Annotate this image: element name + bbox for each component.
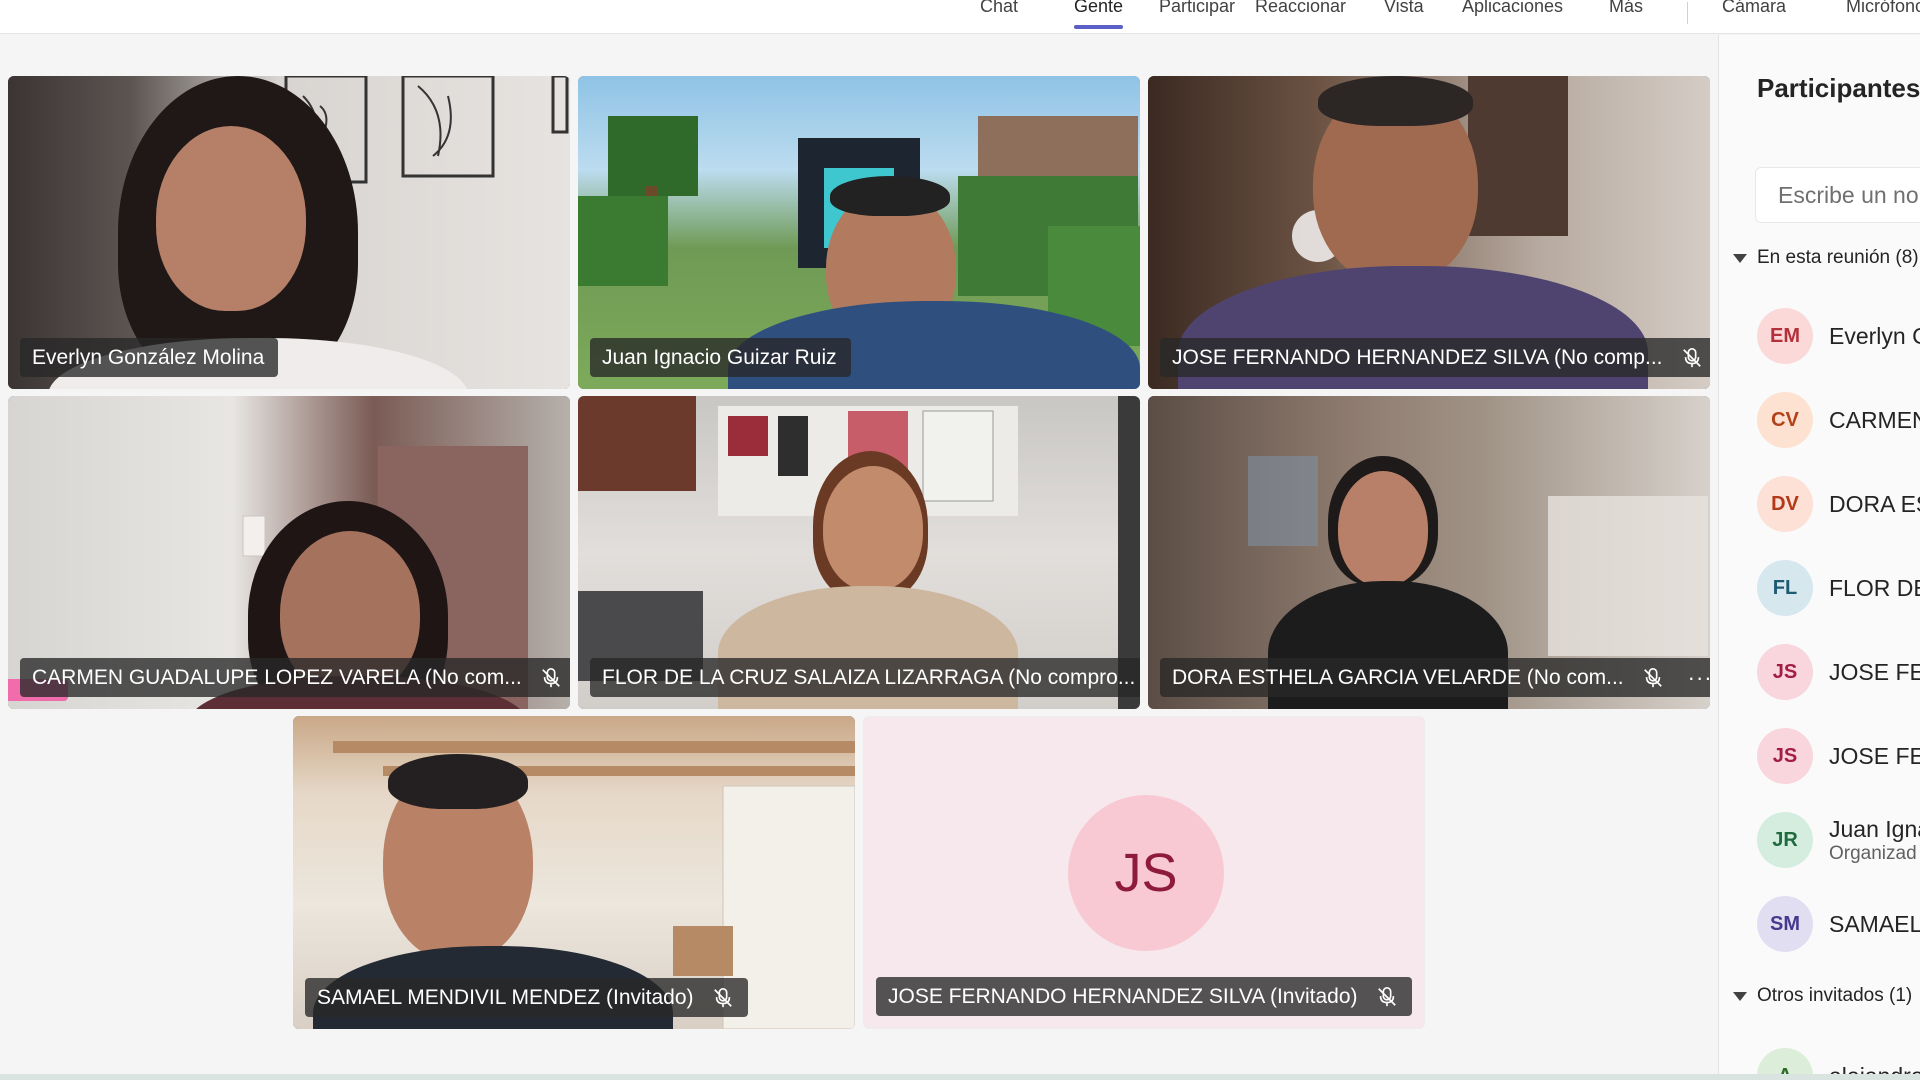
- participant-list-item[interactable]: JS JOSE FER: [1757, 727, 1920, 785]
- mic-off-icon: [1643, 667, 1662, 687]
- video-tile[interactable]: Juan Ignacio Guizar Ruiz: [578, 76, 1140, 389]
- participant-face: [156, 126, 306, 311]
- video-tile[interactable]: SAMAEL MENDIVIL MENDEZ (Invitado): [293, 716, 855, 1029]
- section-label: Otros invitados (1): [1757, 985, 1913, 1006]
- participants-panel: Participantes Escribe un nombre En esta …: [1718, 35, 1920, 1075]
- avatar: JS: [1757, 644, 1813, 700]
- section-other-invitees[interactable]: Otros invitados (1): [1733, 985, 1912, 1007]
- apps-button[interactable]: Aplicaciones: [1462, 0, 1563, 32]
- participant-name: JOSE FERNANDO HERNANDEZ SILVA (No comp..…: [1172, 345, 1663, 369]
- participant-name: DORA ES: [1829, 490, 1920, 517]
- camera-button[interactable]: Cámara: [1722, 0, 1786, 32]
- participant-name: Juan Igna: [1829, 815, 1920, 842]
- chevron-down-icon: [1733, 253, 1747, 263]
- participant-name: CARMEN GUADALUPE LOPEZ VARELA (No com...: [32, 665, 522, 689]
- video-tile[interactable]: Everlyn González Molina: [8, 76, 570, 389]
- participant-face: [1338, 471, 1428, 586]
- participant-nameplate: JOSE FERNANDO HERNANDEZ SILVA (Invitado): [876, 977, 1412, 1016]
- participant-nameplate: DORA ESTHELA GARCIA VELARDE (No com... ·…: [1160, 658, 1710, 697]
- participant-name: SAMAEL MENDIVIL MENDEZ (Invitado): [317, 985, 694, 1009]
- panel-title: Participantes: [1757, 73, 1920, 103]
- bottom-edge: [0, 1074, 1920, 1080]
- avatar: CV: [1757, 392, 1813, 448]
- participant-nameplate: Everlyn González Molina: [20, 338, 279, 377]
- video-tile[interactable]: CARMEN GUADALUPE LOPEZ VARELA (No com...: [8, 396, 570, 709]
- chevron-down-icon: [1733, 991, 1747, 1001]
- video-gallery: Everlyn González Molina Juan Ignacio Gui…: [0, 35, 1718, 1075]
- avatar: DV: [1757, 476, 1813, 532]
- participant-nameplate: SAMAEL MENDIVIL MENDEZ (Invitado): [305, 978, 748, 1017]
- avatar: EM: [1757, 308, 1813, 364]
- participant-name: JOSE FERNANDO HERNANDEZ SILVA (Invitado): [888, 984, 1358, 1008]
- participant-name: FLOR DE LA CRUZ SALAIZA LIZARRAGA (No co…: [602, 665, 1136, 689]
- participant-name-block: Juan Igna Organizad: [1829, 816, 1920, 865]
- participant-name: CARMEN: [1829, 406, 1920, 433]
- avatar: JR: [1757, 812, 1813, 868]
- more-options-icon[interactable]: ···: [1688, 666, 1710, 689]
- video-tile[interactable]: JS JOSE FERNANDO HERNANDEZ SILVA (Invita…: [863, 716, 1425, 1029]
- participant-list-item[interactable]: JR Juan Igna Organizad: [1757, 811, 1920, 869]
- people-button[interactable]: Gente: [1074, 0, 1124, 32]
- participant-list-item[interactable]: SM SAMAEL: [1757, 895, 1920, 953]
- participant-hair: [388, 754, 528, 809]
- participant-list-item[interactable]: A alejandro: [1757, 1047, 1920, 1075]
- section-in-meeting[interactable]: En esta reunión (8): [1733, 247, 1919, 269]
- join-button[interactable]: Participar: [1159, 0, 1235, 32]
- participant-nameplate: FLOR DE LA CRUZ SALAIZA LIZARRAGA (No co…: [590, 658, 1140, 697]
- participant-name: DORA ESTHELA GARCIA VELARDE (No com...: [1172, 665, 1624, 689]
- participant-name: SAMAEL: [1829, 910, 1920, 937]
- participant-nameplate: JOSE FERNANDO HERNANDEZ SILVA (No comp..…: [1160, 338, 1710, 377]
- participant-list-item[interactable]: FL FLOR DE: [1757, 559, 1920, 617]
- avatar: FL: [1757, 560, 1813, 616]
- participant-role: Organizad: [1829, 842, 1917, 864]
- participant-name: Juan Ignacio Guizar Ruiz: [602, 345, 837, 369]
- video-tile[interactable]: JOSE FERNANDO HERNANDEZ SILVA (No comp..…: [1148, 76, 1710, 389]
- participant-avatar: JS: [1068, 795, 1224, 951]
- participant-search-input[interactable]: Escribe un nombre: [1755, 167, 1920, 223]
- participant-face: [823, 466, 923, 591]
- participant-name: JOSE FER: [1829, 742, 1920, 769]
- participant-list-item[interactable]: DV DORA ES: [1757, 475, 1920, 533]
- chat-button[interactable]: Chat: [980, 0, 1018, 32]
- avatar: A: [1757, 1048, 1813, 1075]
- more-button[interactable]: Más: [1609, 0, 1643, 32]
- participant-nameplate: Juan Ignacio Guizar Ruiz: [590, 338, 851, 377]
- mic-off-icon: [713, 987, 732, 1007]
- meeting-toolbar: Chat Gente Participar Reaccionar Vista A…: [0, 0, 1920, 34]
- avatar: SM: [1757, 896, 1813, 952]
- participant-name: Everlyn González Molina: [32, 345, 265, 369]
- video-tile[interactable]: DORA ESTHELA GARCIA VELARDE (No com... ·…: [1148, 396, 1710, 709]
- participant-name: FLOR DE: [1829, 574, 1920, 601]
- avatar: JS: [1757, 728, 1813, 784]
- participant-list-item[interactable]: CV CARMEN: [1757, 391, 1920, 449]
- mic-off-icon: [1682, 347, 1701, 367]
- microphone-button[interactable]: Micrófono: [1846, 0, 1920, 32]
- participant-nameplate: CARMEN GUADALUPE LOPEZ VARELA (No com...: [20, 658, 570, 697]
- mic-off-icon: [1377, 986, 1396, 1006]
- react-button[interactable]: Reaccionar: [1255, 0, 1346, 32]
- participant-hair: [830, 176, 950, 216]
- mic-off-icon: [541, 667, 560, 687]
- section-label: En esta reunión (8): [1757, 247, 1919, 268]
- participant-list-item[interactable]: EM Everlyn G: [1757, 307, 1920, 365]
- view-button[interactable]: Vista: [1384, 0, 1424, 32]
- toolbar-divider: [1687, 2, 1688, 24]
- participant-list-item[interactable]: JS JOSE FER: [1757, 643, 1920, 701]
- participant-name: Everlyn G: [1829, 322, 1920, 349]
- participant-name: JOSE FER: [1829, 658, 1920, 685]
- participant-hair: [1318, 76, 1473, 126]
- video-tile[interactable]: FLOR DE LA CRUZ SALAIZA LIZARRAGA (No co…: [578, 396, 1140, 709]
